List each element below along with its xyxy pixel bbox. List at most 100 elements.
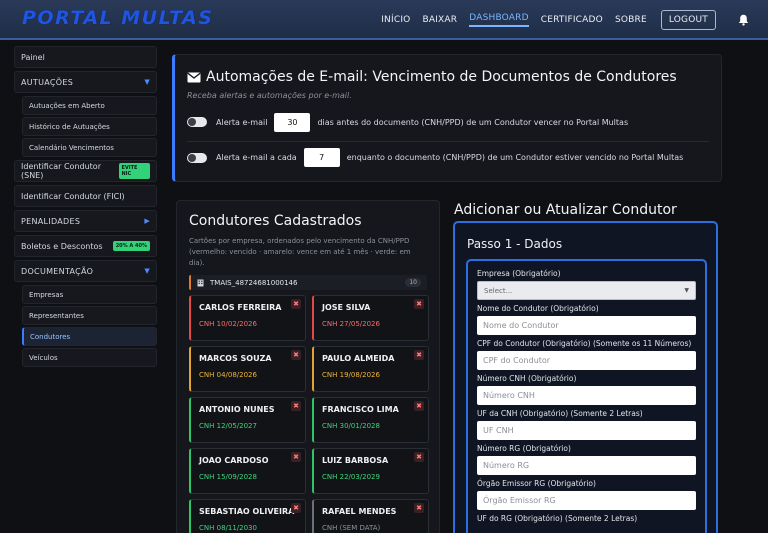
text-input[interactable]: Órgão Emissor RG	[477, 491, 696, 510]
nav-sobre[interactable]: SOBRE	[615, 15, 647, 25]
driver-form-title: Adicionar ou Atualizar Condutor	[454, 202, 677, 218]
driver-cnh-date: CNH 27/05/2026	[322, 320, 380, 328]
caret-right-icon: ▶	[144, 217, 150, 225]
text-input[interactable]: Nome do Condutor	[477, 316, 696, 335]
sidebar-item-fici[interactable]: Identificar Condutor (FICI)	[14, 185, 157, 207]
sidebar-item-veiculos[interactable]: Veículos	[22, 348, 157, 367]
alert-before-toggle[interactable]	[187, 117, 207, 127]
sidebar-section-autuacoes[interactable]: AUTUAÇÕES ▼	[14, 71, 157, 93]
sidebar-item-label: Identificar Condutor (SNE)	[21, 162, 101, 180]
nav-baixar[interactable]: BAIXAR	[422, 15, 457, 25]
drivers-subtitle-line: Cartões por empresa, ordenados pelo venc…	[189, 237, 410, 245]
alert-before-label: Alerta e-mail	[216, 117, 268, 127]
company-header[interactable]: TMAIS_48724681000146 10	[189, 275, 427, 290]
delete-driver-icon[interactable]: ✖	[414, 401, 424, 411]
delete-driver-icon[interactable]: ✖	[291, 503, 301, 513]
driver-card[interactable]: MARCOS SOUZA CNH 04/08/2026 ✖	[189, 346, 306, 392]
delete-driver-icon[interactable]: ✖	[414, 452, 424, 462]
status-badge: 20% A 40%	[112, 241, 150, 251]
alert-before-expiry-row: Alerta e-mail 30 dias antes do documento…	[187, 112, 709, 132]
driver-name: LUIZ BARBOSA	[322, 456, 389, 465]
text-input[interactable]: Número RG	[477, 456, 696, 475]
sidebar-section-label: PENALIDADES	[21, 216, 81, 226]
company-name: TMAIS_48724681000146	[210, 278, 298, 287]
sidebar-item-condutores[interactable]: Condutores	[22, 327, 157, 346]
driver-name: PAULO ALMEIDA	[322, 354, 395, 363]
delete-driver-icon[interactable]: ✖	[414, 503, 424, 513]
sidebar-section-label: AUTUAÇÕES	[21, 77, 74, 87]
bell-icon[interactable]	[730, 14, 756, 26]
sidebar-item-sne[interactable]: Identificar Condutor (SNE) EVITE NIC	[14, 160, 157, 182]
sidebar-item-historico[interactable]: Histórico de Autuações	[22, 117, 157, 136]
driver-name: JOSE SILVA	[322, 303, 371, 312]
empresa-select[interactable]: Select... ▼	[477, 281, 696, 300]
status-badge: EVITE NIC	[118, 163, 150, 179]
driver-cnh-date: CNH 19/08/2026	[322, 371, 380, 379]
caret-down-icon: ▼	[144, 267, 150, 275]
sidebar: Painel AUTUAÇÕES ▼ Autuações em Aberto H…	[14, 46, 157, 370]
driver-cnh-date: CNH 15/09/2028	[199, 473, 257, 481]
repeat-days-input[interactable]: 7	[303, 148, 340, 167]
drivers-legend-line: (vermelho: vencido · amarelo: vence em a…	[189, 248, 411, 267]
driver-card[interactable]: JOAO CARDOSO CNH 15/09/2028 ✖	[189, 448, 306, 494]
field-label: Órgão Emissor RG (Obrigatório)	[477, 479, 596, 488]
driver-name: FRANCISCO LIMA	[322, 405, 399, 414]
nav-inicio[interactable]: INÍCIO	[381, 15, 410, 25]
uf-rg-label: UF do RG (Obrigatório) (Somente 2 Letras…	[477, 514, 638, 523]
driver-cnh-date: CNH 12/05/2027	[199, 422, 257, 430]
driver-card[interactable]: CARLOS FERREIRA CNH 10/02/2026 ✖	[189, 295, 306, 341]
sidebar-item-empresas[interactable]: Empresas	[22, 285, 157, 304]
driver-card[interactable]: JOSE SILVA CNH 27/05/2026 ✖	[312, 295, 429, 341]
empresa-label: Empresa (Obrigatório)	[477, 269, 561, 278]
empresa-select-value: Select...	[484, 286, 513, 295]
company-name-wrap: TMAIS_48724681000146	[197, 279, 297, 287]
form-fields-panel: Empresa (Obrigatório) Select... ▼ Nome d…	[466, 259, 707, 533]
sidebar-section-label: DOCUMENTAÇÃO	[21, 266, 94, 276]
delete-driver-icon[interactable]: ✖	[291, 350, 301, 360]
brand-logo[interactable]: PORTAL MULTAS	[22, 7, 213, 29]
driver-cards-grid: CARLOS FERREIRA CNH 10/02/2026 ✖ JOSE SILVA…	[189, 295, 429, 533]
driver-card[interactable]: LUIZ BARBOSA CNH 22/03/2029 ✖	[312, 448, 429, 494]
driver-cnh-date: CNH 22/03/2029	[322, 473, 380, 481]
sidebar-item-label: Representantes	[29, 311, 84, 320]
driver-name: ANTONIO NUNES	[199, 405, 275, 414]
text-input[interactable]: UF CNH	[477, 421, 696, 440]
driver-card[interactable]: PAULO ALMEIDA CNH 19/08/2026 ✖	[312, 346, 429, 392]
sidebar-section-documentacao[interactable]: DOCUMENTAÇÃO ▼	[14, 260, 157, 282]
days-before-input[interactable]: 30	[274, 112, 311, 132]
driver-count-badge: 10	[405, 278, 421, 287]
delete-driver-icon[interactable]: ✖	[414, 350, 424, 360]
driver-card[interactable]: SEBASTIAO OLIVEIRA CNH 08/11/2030 ✖	[189, 499, 306, 533]
sidebar-item-label: Boletos e Descontos	[21, 241, 103, 251]
sidebar-item-boletos[interactable]: Boletos e Descontos 20% A 40%	[14, 235, 157, 257]
field-label: Número CNH (Obrigatório)	[477, 374, 577, 383]
sidebar-item-calendario[interactable]: Calendário Vencimentos	[22, 138, 157, 157]
caret-down-icon: ▼	[144, 78, 150, 86]
logout-button[interactable]: LOGOUT	[660, 10, 716, 30]
form-step-title: Passo 1 - Dados	[467, 237, 563, 251]
sidebar-item-representantes[interactable]: Representantes	[22, 306, 157, 325]
field-label: CPF do Condutor (Obrigatório) (Somente o…	[477, 339, 692, 348]
text-input[interactable]: CPF do Condutor	[477, 351, 696, 370]
alert-expired-toggle[interactable]	[187, 152, 207, 163]
sidebar-item-label: Veículos	[29, 353, 58, 362]
alert-expired-description: enquanto o documento (CNH/PPD) de um Con…	[346, 153, 684, 162]
form-fields-list: Nome do Condutor (Obrigatório) Nome do Co…	[477, 304, 696, 510]
text-input[interactable]: Número CNH	[477, 386, 696, 405]
sidebar-item-autuacoes-aberto[interactable]: Autuações em Aberto	[22, 96, 157, 115]
driver-name: CARLOS FERREIRA	[199, 303, 282, 312]
alert-expired-row: Alerta e-mail a cada 7 enquanto o docume…	[187, 141, 709, 167]
delete-driver-icon[interactable]: ✖	[291, 299, 301, 309]
delete-driver-icon[interactable]: ✖	[291, 452, 301, 462]
nav-certificado[interactable]: CERTIFICADO	[541, 15, 603, 25]
delete-driver-icon[interactable]: ✖	[414, 299, 424, 309]
sidebar-section-penalidades[interactable]: PENALIDADES ▶	[14, 210, 157, 232]
driver-card[interactable]: FRANCISCO LIMA CNH 30/01/2028 ✖	[312, 397, 429, 443]
sidebar-item-painel[interactable]: Painel	[14, 46, 157, 68]
sidebar-item-label: Calendário Vencimentos	[29, 143, 114, 152]
nav-dashboard[interactable]: DASHBOARD	[469, 13, 529, 27]
delete-driver-icon[interactable]: ✖	[291, 401, 301, 411]
driver-cnh-date: CNH 10/02/2026	[199, 320, 257, 328]
driver-card[interactable]: RAFAEL MENDES CNH (SEM DATA) ✖	[312, 499, 429, 533]
driver-card[interactable]: ANTONIO NUNES CNH 12/05/2027 ✖	[189, 397, 306, 443]
